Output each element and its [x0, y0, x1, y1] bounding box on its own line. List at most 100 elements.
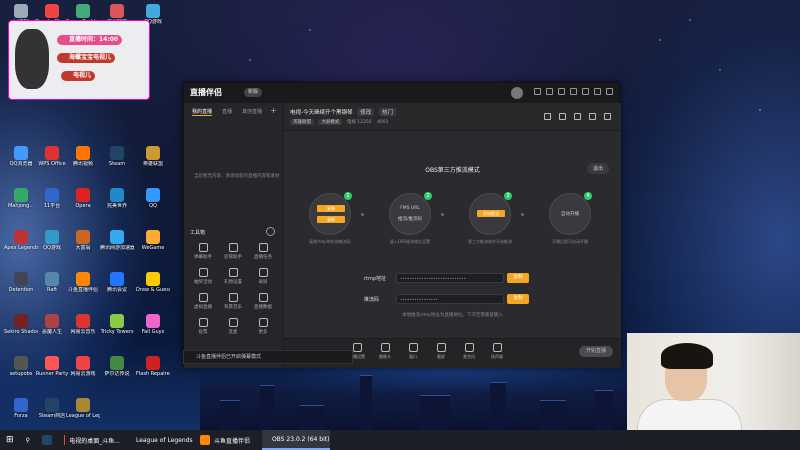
rtmp-field[interactable]: ••••••••••••••••••••••••••••	[396, 273, 504, 283]
desktop-icon[interactable]: Opera	[66, 188, 100, 209]
desktop-icon[interactable]: Detention	[4, 272, 38, 293]
cup-icon[interactable]	[574, 113, 581, 120]
heat-value: 4001	[377, 120, 389, 125]
desktop-icon[interactable]: 大富翁	[66, 230, 100, 251]
desktop-icon[interactable]: WPS Office	[35, 146, 69, 167]
app-icon	[14, 146, 28, 160]
copy-key-button[interactable]: 复制	[507, 294, 529, 304]
app-icon	[14, 230, 28, 244]
desktop-icon[interactable]: Steam	[100, 146, 134, 167]
desktop-icon[interactable]: 网易云音乐	[66, 314, 100, 335]
game-chip[interactable]: 英雄联盟	[290, 119, 314, 125]
gift-icon[interactable]	[544, 113, 551, 120]
app-icon	[76, 146, 90, 160]
desktop-icon[interactable]: Draw & Guess	[136, 272, 170, 293]
lock-icon[interactable]	[559, 113, 566, 120]
bottom-tool-button[interactable]: 截屏	[428, 343, 454, 360]
desktop-icon[interactable]: 斗鱼直播伴侣	[66, 272, 100, 293]
version-badge[interactable]: 新版	[244, 88, 263, 97]
bottom-tool-icon	[436, 343, 446, 352]
tool-item[interactable]: 录屏	[248, 268, 278, 285]
minimize-icon[interactable]	[582, 88, 589, 95]
start-live-button[interactable]: 开始直播	[579, 346, 613, 357]
desktop-icon[interactable]: Apex Legends	[4, 230, 38, 251]
desktop-icon-label: 大富翁	[75, 245, 91, 251]
tab-other[interactable]: 其他直播	[242, 108, 262, 116]
desktop-icon[interactable]: Fall Guys	[136, 314, 170, 335]
add-scene-icon[interactable]: +	[270, 106, 277, 115]
desktop-icon[interactable]: Tricky Towers	[100, 314, 134, 335]
desktop-icon[interactable]: 腾讯网游加速器	[100, 230, 134, 251]
tab-live[interactable]: 直播	[222, 108, 232, 116]
bottom-tool-button[interactable]: 麦克风	[456, 343, 482, 360]
mode-chip[interactable]: 大屏模式	[318, 119, 343, 125]
start-button[interactable]: ⊞	[0, 430, 20, 450]
bottom-tool-icon	[464, 343, 474, 352]
notification-bar[interactable]: 斗鱼直播伴侣已开启弹幕模式	[183, 350, 353, 364]
toolbox-more-icon[interactable]	[266, 227, 275, 236]
desktop-icon[interactable]: 英雄联盟	[136, 146, 170, 167]
tool-item[interactable]: 弹幕助手	[188, 243, 218, 260]
search-button[interactable]: ⚲	[20, 430, 36, 450]
settings-icon[interactable]	[546, 88, 553, 95]
tool-item[interactable]: 抽奖活动	[188, 268, 218, 285]
tool-item[interactable]: 礼物设置	[218, 268, 248, 285]
desktop-icon[interactable]: Flash Repaired	[136, 356, 170, 377]
share-icon[interactable]	[604, 113, 611, 120]
desktop-icon[interactable]: 恶魔人生	[35, 314, 69, 335]
tab-my-live[interactable]: 我的直播	[192, 108, 213, 116]
desktop-icon[interactable]: QQ	[136, 188, 170, 209]
desktop-icon[interactable]: Mahjong...	[4, 188, 38, 209]
desktop-icon[interactable]: Runner Party	[35, 356, 69, 377]
desktop-icon[interactable]: League of Legends	[66, 398, 100, 419]
tool-item[interactable]: 背景音乐	[218, 293, 248, 310]
desktop-icon[interactable]: QQ游戏	[35, 230, 69, 251]
desktop-icon[interactable]: Sekiro Shadows	[4, 314, 38, 335]
copy-rtmp-button[interactable]: 复制	[507, 273, 529, 283]
taskbar-item[interactable]: 斗鱼直播伴侣	[194, 430, 262, 450]
message-icon[interactable]	[534, 88, 541, 95]
skin-icon[interactable]	[558, 88, 565, 95]
tool-item[interactable]: 连麦	[218, 318, 248, 335]
edit-title-chip[interactable]: 修改	[357, 108, 375, 116]
tool-item[interactable]: 投票	[188, 318, 218, 335]
app-icon	[146, 146, 160, 160]
desktop-icon[interactable]: 网易云游戏	[66, 356, 100, 377]
bell-icon[interactable]	[589, 113, 596, 120]
taskbar-item[interactable]: 电视的桌面_斗鱼...	[58, 430, 126, 450]
tool-item[interactable]: 直播任务	[248, 243, 278, 260]
bottom-tool-label: 截屏	[437, 354, 445, 359]
app-logo: 直播伴侣	[190, 88, 222, 97]
desktop-icon-label: Detention	[8, 287, 34, 293]
steam-taskbar-button[interactable]	[36, 430, 58, 450]
desktop-icon[interactable]: 腾讯视频	[66, 146, 100, 167]
category-chip[interactable]: 热门	[379, 108, 397, 116]
taskbar-item[interactable]: OBS 23.0.2 (64 bit)...	[261, 430, 330, 450]
exit-obs-mode-button[interactable]: 退出	[586, 163, 609, 174]
desktop-icon[interactable]: 萨尔达传说	[100, 356, 134, 377]
bottom-tool-button[interactable]: 扬声器	[484, 343, 510, 360]
bottom-tool-button[interactable]: 摄像头	[372, 343, 398, 360]
user-avatar[interactable]	[511, 87, 523, 99]
desktop-icon[interactable]: setupobs	[4, 356, 38, 377]
menu-icon[interactable]	[570, 88, 577, 95]
desktop-icon[interactable]: QQ浏览器	[4, 146, 38, 167]
desktop-icon[interactable]: Raft	[35, 272, 69, 293]
tool-item[interactable]: 更多	[248, 318, 278, 335]
desktop-icon[interactable]: Steam商店	[35, 398, 69, 419]
desktop-icon[interactable]: 11平台	[35, 188, 69, 209]
stream-key-field[interactable]: ••••••••••••••••	[396, 294, 504, 304]
tool-item[interactable]: 直播数据	[248, 293, 278, 310]
close-icon[interactable]	[606, 88, 613, 95]
taskbar-item[interactable]: League of Legends	[126, 430, 194, 450]
tool-item[interactable]: 虚拟直播	[188, 293, 218, 310]
tool-item[interactable]: 房管助手	[218, 243, 248, 260]
desktop-icon[interactable]: 完美世界	[100, 188, 134, 209]
desktop-icon[interactable]: Forza	[4, 398, 38, 419]
desktop-icon[interactable]: 腾讯会议	[100, 272, 134, 293]
bottom-tool-button[interactable]: 窗口	[400, 343, 426, 360]
maximize-icon[interactable]	[594, 88, 601, 95]
app-icon	[146, 4, 160, 18]
desktop-icon[interactable]: WeGame	[136, 230, 170, 251]
window-titlebar[interactable]: 直播伴侣 新版	[184, 83, 619, 103]
